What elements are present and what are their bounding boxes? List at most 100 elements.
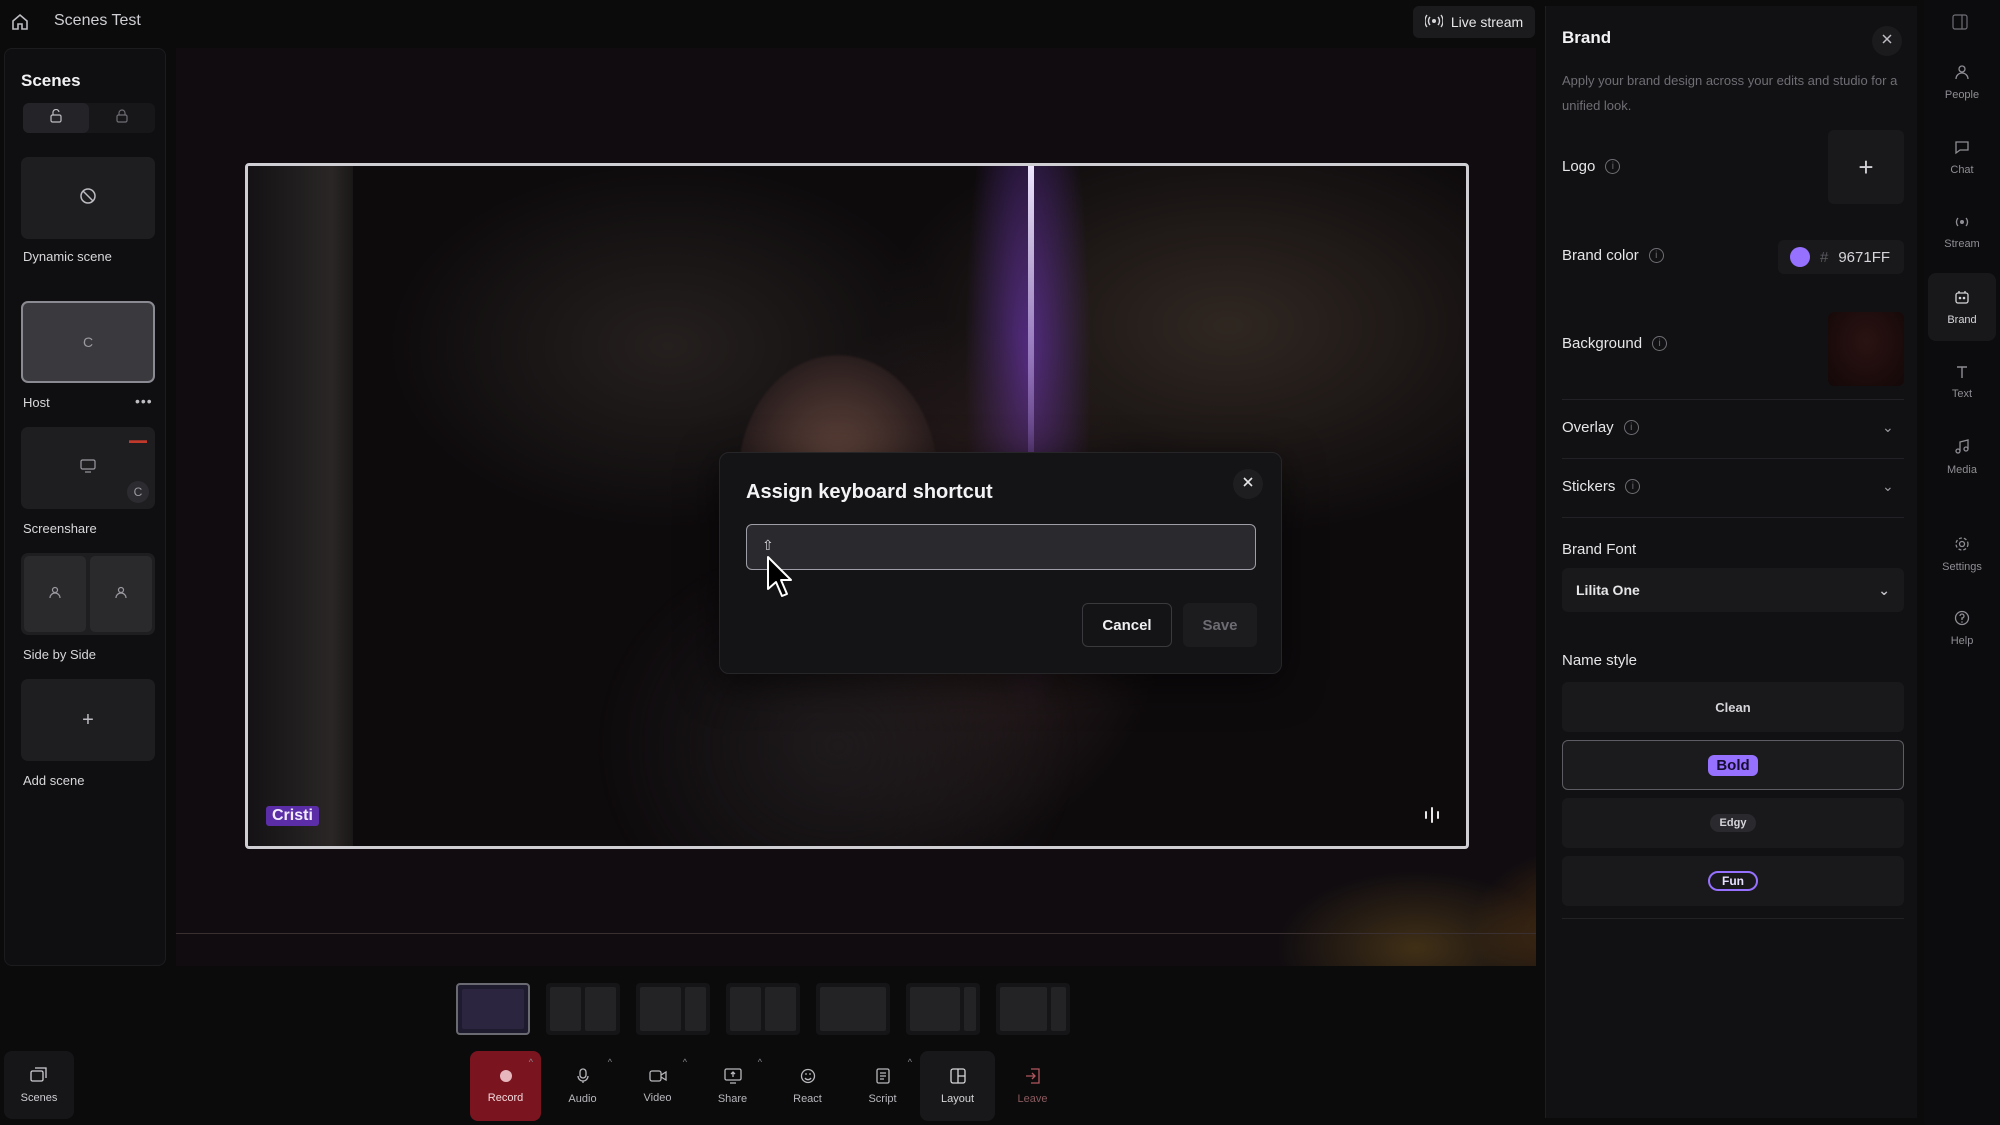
host-badge: C	[127, 481, 149, 503]
name-style-clean[interactable]: Clean	[1562, 682, 1904, 732]
info-icon[interactable]: i	[1648, 248, 1664, 263]
info-icon[interactable]: i	[1625, 479, 1641, 494]
info-icon[interactable]: i	[1605, 159, 1621, 174]
layout-pip[interactable]	[816, 983, 890, 1035]
brand-panel-close-button[interactable]	[1872, 26, 1902, 56]
panel-toggle-icon[interactable]	[1952, 14, 1968, 35]
scenes-toggle-button[interactable]: Scenes	[4, 1051, 74, 1119]
chevron-up-icon[interactable]: ^	[758, 1057, 762, 1067]
rail-people[interactable]: People	[1928, 48, 1996, 116]
layout-split-equal[interactable]	[726, 983, 800, 1035]
shortcut-input[interactable]	[746, 524, 1256, 570]
chevron-up-icon[interactable]: ^	[683, 1057, 687, 1067]
chevron-down-icon[interactable]: ⌄	[1882, 419, 1894, 436]
record-button[interactable]: ^ Record	[470, 1051, 541, 1121]
layout-button[interactable]: Layout	[920, 1051, 995, 1121]
name-style-text: Edgy	[1709, 814, 1757, 832]
close-icon	[1242, 475, 1254, 493]
name-style-edgy[interactable]: Edgy	[1562, 798, 1904, 848]
cancel-button[interactable]: Cancel	[1082, 603, 1172, 647]
scene-screenshare[interactable]: ▬▬ C	[21, 427, 155, 509]
person-icon	[48, 585, 62, 604]
live-stream-button[interactable]: Live stream	[1413, 6, 1535, 38]
chevron-up-icon[interactable]: ^	[529, 1057, 533, 1067]
settings-icon	[1954, 536, 1970, 555]
layout-split-wide[interactable]	[636, 983, 710, 1035]
background-row: Background i	[1562, 335, 1668, 352]
video-button[interactable]: ^ Video	[620, 1051, 695, 1121]
scene-host[interactable]: C	[21, 301, 155, 383]
dialog-close-button[interactable]	[1233, 469, 1263, 499]
side-cell	[24, 556, 86, 632]
close-icon	[1881, 32, 1893, 50]
name-tag: Cristi	[266, 806, 319, 826]
name-style-fun[interactable]: Fun	[1562, 856, 1904, 906]
mini-overlay-mark: ▬▬	[129, 435, 147, 445]
rail-label: Settings	[1942, 560, 1982, 573]
brand-color-swatch	[1790, 247, 1810, 267]
scene-side-by-side[interactable]	[21, 553, 155, 635]
home-icon[interactable]	[10, 12, 30, 32]
rail-settings[interactable]: Settings	[1928, 520, 1996, 588]
people-icon	[1954, 64, 1970, 83]
add-logo-button[interactable]: +	[1828, 130, 1904, 204]
react-button[interactable]: React	[770, 1051, 845, 1121]
brand-color-picker[interactable]: # 9671FF	[1778, 240, 1904, 274]
lock-toggle	[23, 103, 155, 133]
plus-icon: +	[1858, 151, 1874, 182]
rail-brand[interactable]: Brand	[1928, 273, 1996, 341]
brand-font-select[interactable]: Lilita One ⌄	[1562, 568, 1904, 612]
chevron-up-icon[interactable]: ^	[608, 1057, 612, 1067]
add-scene-button[interactable]: +	[21, 679, 155, 761]
stickers-label: Stickers	[1562, 478, 1616, 495]
name-style-text: Clean	[1715, 699, 1751, 715]
rail-chat[interactable]: Chat	[1928, 123, 1996, 191]
chevron-down-icon[interactable]: ⌄	[1882, 478, 1894, 495]
rail-help[interactable]: Help	[1928, 594, 1996, 662]
scene-label: Add scene	[23, 773, 85, 788]
scenes-button-label: Scenes	[20, 1091, 58, 1104]
name-style-bold[interactable]: Bold	[1562, 740, 1904, 790]
layout-share[interactable]	[996, 983, 1070, 1035]
mouse-cursor-icon	[766, 555, 794, 604]
layout-split-2[interactable]	[546, 983, 620, 1035]
layout-icon	[949, 1067, 966, 1087]
script-button[interactable]: ^ Script	[845, 1051, 920, 1121]
info-icon[interactable]: i	[1623, 420, 1639, 435]
screenshare-icon	[80, 458, 96, 478]
brand-color-label: Brand color	[1562, 247, 1639, 264]
person-icon	[114, 585, 128, 604]
overlay-row[interactable]: Overlay i	[1562, 419, 1639, 436]
layout-label: Layout	[940, 1092, 975, 1105]
rail-label: Help	[1950, 634, 1974, 647]
audio-button[interactable]: ^ Audio	[545, 1051, 620, 1121]
background-thumbnail[interactable]	[1828, 312, 1904, 386]
lock-option[interactable]	[89, 103, 155, 133]
audio-level-icon	[1422, 805, 1442, 830]
share-button[interactable]: ^ Share	[695, 1051, 770, 1121]
leave-button[interactable]: Leave	[995, 1051, 1070, 1121]
rail-media[interactable]: Media	[1928, 423, 1996, 491]
layout-strip	[456, 983, 1070, 1035]
overlay-label: Overlay	[1562, 419, 1614, 436]
microphone-icon	[576, 1067, 590, 1087]
shift-key-icon: ⇧	[762, 537, 774, 553]
save-button[interactable]: Save	[1183, 603, 1257, 647]
scenes-title: Scenes	[21, 71, 81, 90]
chevron-down-icon: ⌄	[1878, 581, 1890, 598]
scene-label: Host	[23, 395, 50, 410]
scenes-icon	[30, 1066, 48, 1086]
divider	[1562, 458, 1904, 459]
stickers-row[interactable]: Stickers i	[1562, 478, 1641, 495]
rail-text[interactable]: Text	[1928, 348, 1996, 416]
rail-label: Chat	[1950, 163, 1974, 176]
scene-dynamic[interactable]	[21, 157, 155, 239]
layout-solo[interactable]	[456, 983, 530, 1035]
chevron-up-icon[interactable]: ^	[908, 1057, 912, 1067]
layout-side-panel[interactable]	[906, 983, 980, 1035]
unlock-option[interactable]	[23, 103, 89, 133]
brand-font-value: Lilita One	[1576, 582, 1640, 598]
scene-more-button[interactable]: •••	[135, 393, 153, 409]
rail-stream[interactable]: Stream	[1928, 198, 1996, 266]
info-icon[interactable]: i	[1652, 336, 1668, 351]
